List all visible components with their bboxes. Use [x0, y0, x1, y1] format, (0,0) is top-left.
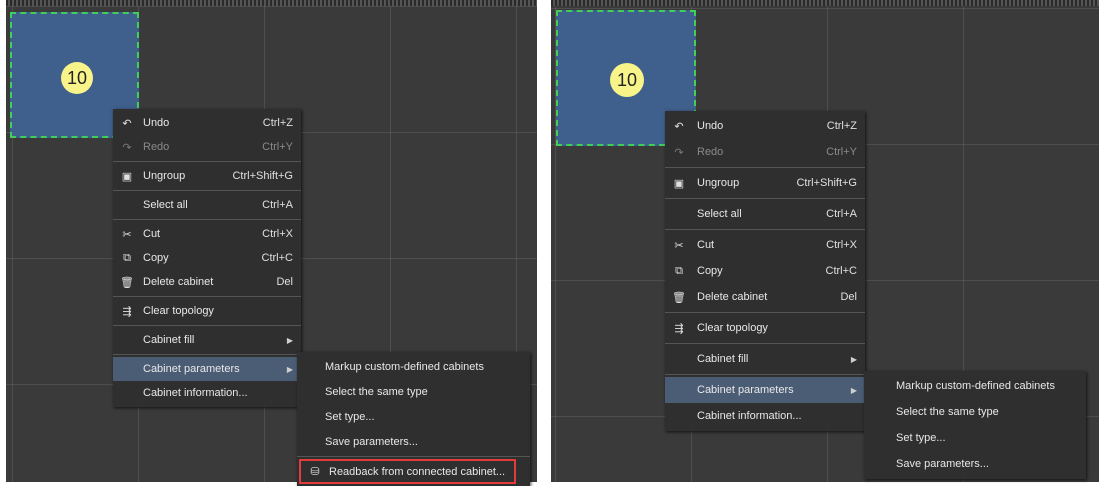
menu-separator [113, 325, 301, 326]
menu-separator [665, 167, 865, 168]
menu-separator [113, 190, 301, 191]
cut-icon: ✂ [674, 239, 684, 252]
menu-item-delete-cabinet[interactable]: 🗑 Delete cabinet Del [113, 270, 301, 294]
menu-separator [113, 296, 301, 297]
chevron-right-icon: ▶ [286, 335, 293, 345]
topology-icon: ⇶ [674, 322, 684, 335]
submenu-cabinet-parameters-right: Markup custom-defined cabinets Select th… [864, 371, 1086, 479]
cabinet-number-badge: 10 [61, 62, 93, 94]
menu-item-undo[interactable]: ↶ Undo Ctrl+Z [665, 113, 865, 139]
menu-item-delete-cabinet[interactable]: 🗑 Delete cabinet Del [665, 284, 865, 310]
redo-icon: ↷ [122, 141, 132, 154]
menu-item-ungroup[interactable]: ▣ Ungroup Ctrl+Shift+G [113, 164, 301, 188]
submenu-item-readback[interactable]: ⛁ Readback from connected cabinet... [299, 459, 516, 484]
menu-item-select-all[interactable]: Select all Ctrl+A [665, 201, 865, 227]
undo-icon: ↶ [674, 120, 684, 133]
menu-item-select-all[interactable]: Select all Ctrl+A [113, 193, 301, 217]
submenu-item-markup-custom[interactable]: Markup custom-defined cabinets [297, 354, 530, 379]
menu-separator [665, 343, 865, 344]
context-menu-right: ↶ Undo Ctrl+Z ↷ Redo Ctrl+Y ▣ Ungroup Ct… [665, 111, 865, 431]
chevron-right-icon: ▶ [850, 354, 857, 364]
menu-item-cut[interactable]: ✂ Cut Ctrl+X [665, 232, 865, 258]
menu-item-ungroup[interactable]: ▣ Ungroup Ctrl+Shift+G [665, 170, 865, 196]
chevron-right-icon: ▶ [850, 385, 857, 395]
cabinet-number-badge: 10 [610, 63, 644, 97]
context-menu-left: ↶ Undo Ctrl+Z ↷ Redo Ctrl+Y ▣ Ungroup Ct… [113, 109, 301, 407]
menu-item-cut[interactable]: ✂ Cut Ctrl+X [113, 222, 301, 246]
trash-icon: 🗑 [672, 291, 686, 304]
submenu-item-save-parameters[interactable]: Save parameters... [864, 451, 1086, 477]
menu-item-clear-topology[interactable]: ⇶ Clear topology [113, 299, 301, 323]
copy-icon: ⧉ [675, 264, 683, 277]
copy-icon: ⧉ [123, 251, 131, 264]
menu-item-undo[interactable]: ↶ Undo Ctrl+Z [113, 111, 301, 135]
menu-separator [665, 374, 865, 375]
submenu-item-set-type[interactable]: Set type... [864, 425, 1086, 451]
submenu-item-save-parameters[interactable]: Save parameters... [297, 429, 530, 454]
ungroup-icon: ▣ [121, 170, 133, 183]
menu-separator [297, 456, 530, 457]
submenu-item-set-type[interactable]: Set type... [297, 404, 530, 429]
ungroup-icon: ▣ [673, 177, 685, 190]
menu-separator [665, 312, 865, 313]
cut-icon: ✂ [122, 228, 132, 241]
menu-separator [113, 219, 301, 220]
undo-icon: ↶ [122, 117, 132, 130]
redo-icon: ↷ [674, 146, 684, 159]
menu-item-clear-topology[interactable]: ⇶ Clear topology [665, 315, 865, 341]
submenu-item-markup-custom[interactable]: Markup custom-defined cabinets [864, 373, 1086, 399]
chevron-right-icon: ▶ [286, 364, 293, 374]
menu-item-redo[interactable]: ↷ Redo Ctrl+Y [113, 135, 301, 159]
submenu-cabinet-parameters-left: Markup custom-defined cabinets Select th… [297, 352, 530, 486]
menu-item-redo[interactable]: ↷ Redo Ctrl+Y [665, 139, 865, 165]
submenu-item-select-same-type[interactable]: Select the same type [864, 399, 1086, 425]
menu-separator [665, 198, 865, 199]
readback-icon: ⛁ [310, 466, 320, 478]
menu-item-cabinet-parameters[interactable]: Cabinet parameters ▶ [665, 377, 865, 403]
trash-icon: 🗑 [120, 276, 134, 289]
submenu-item-select-same-type[interactable]: Select the same type [297, 379, 530, 404]
topology-icon: ⇶ [122, 305, 132, 318]
menu-separator [665, 229, 865, 230]
menu-item-cabinet-parameters[interactable]: Cabinet parameters ▶ [113, 357, 301, 381]
menu-item-cabinet-information[interactable]: Cabinet information... [665, 403, 865, 429]
menu-item-cabinet-fill[interactable]: Cabinet fill ▶ [665, 346, 865, 372]
menu-item-cabinet-fill[interactable]: Cabinet fill ▶ [113, 328, 301, 352]
menu-item-copy[interactable]: ⧉ Copy Ctrl+C [113, 246, 301, 270]
menu-separator [113, 161, 301, 162]
menu-separator [113, 354, 301, 355]
menu-item-cabinet-information[interactable]: Cabinet information... [113, 381, 301, 405]
menu-item-copy[interactable]: ⧉ Copy Ctrl+C [665, 258, 865, 284]
